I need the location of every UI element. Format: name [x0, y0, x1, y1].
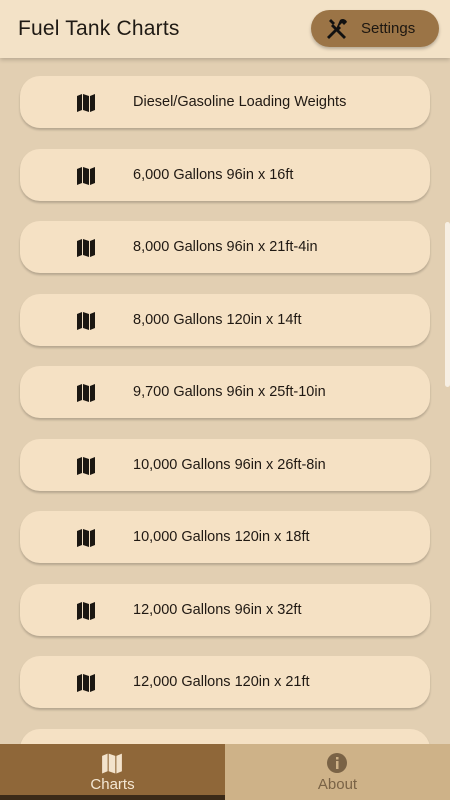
- chart-item[interactable]: Diesel/Gasoline Loading Weights: [20, 76, 430, 128]
- chart-item-label: 9,700 Gallons 96in x 25ft-10in: [133, 384, 326, 400]
- map-icon: [77, 602, 95, 620]
- bottom-navigation: Charts About: [0, 744, 450, 800]
- chart-item-label: 12,000 Gallons 120in x 21ft: [133, 674, 310, 690]
- tools-icon: [327, 18, 347, 39]
- map-icon: [77, 674, 95, 692]
- chart-item-label: 10,000 Gallons 120in x 18ft: [133, 529, 310, 545]
- map-icon: [77, 312, 95, 330]
- tab-charts-label: Charts: [90, 776, 135, 793]
- chart-item-label: 8,000 Gallons 120in x 14ft: [133, 312, 302, 328]
- scrollbar[interactable]: [445, 222, 450, 387]
- chart-item[interactable]: 9,700 Gallons 96in x 25ft-10in: [20, 366, 430, 418]
- tab-charts[interactable]: Charts: [0, 744, 225, 800]
- map-icon: [77, 529, 95, 547]
- map-icon: [77, 384, 95, 402]
- map-icon: [102, 753, 122, 774]
- chart-item[interactable]: 12,000 Gallons 96in x 32ft: [20, 584, 430, 636]
- map-icon: [77, 457, 95, 475]
- tab-about[interactable]: About: [225, 744, 450, 800]
- app-bar: Fuel Tank Charts Settings: [0, 0, 450, 58]
- settings-label: Settings: [361, 20, 416, 37]
- chart-item[interactable]: 10,000 Gallons 120in x 18ft: [20, 511, 430, 563]
- chart-item-partial[interactable]: [20, 729, 430, 744]
- chart-item[interactable]: 8,000 Gallons 96in x 21ft-4in: [20, 221, 430, 273]
- map-icon: [77, 94, 95, 112]
- chart-item-label: 10,000 Gallons 96in x 26ft-8in: [133, 457, 326, 473]
- chart-list: Diesel/Gasoline Loading Weights 6,000 Ga…: [0, 58, 450, 744]
- chart-item[interactable]: 8,000 Gallons 120in x 14ft: [20, 294, 430, 346]
- map-icon: [77, 167, 95, 185]
- chart-item[interactable]: 10,000 Gallons 96in x 26ft-8in: [20, 439, 430, 491]
- chart-item-label: 6,000 Gallons 96in x 16ft: [133, 167, 294, 183]
- chart-item-label: 12,000 Gallons 96in x 32ft: [133, 602, 302, 618]
- tab-about-label: About: [317, 776, 358, 793]
- chart-item-label: Diesel/Gasoline Loading Weights: [133, 94, 347, 110]
- chart-item[interactable]: 12,000 Gallons 120in x 21ft: [20, 656, 430, 708]
- settings-button[interactable]: Settings: [311, 10, 439, 47]
- map-icon: [77, 239, 95, 257]
- chart-item[interactable]: 6,000 Gallons 96in x 16ft: [20, 149, 430, 201]
- chart-item-label: 8,000 Gallons 96in x 21ft-4in: [133, 239, 318, 255]
- page-title: Fuel Tank Charts: [18, 17, 180, 40]
- info-icon: [327, 753, 347, 773]
